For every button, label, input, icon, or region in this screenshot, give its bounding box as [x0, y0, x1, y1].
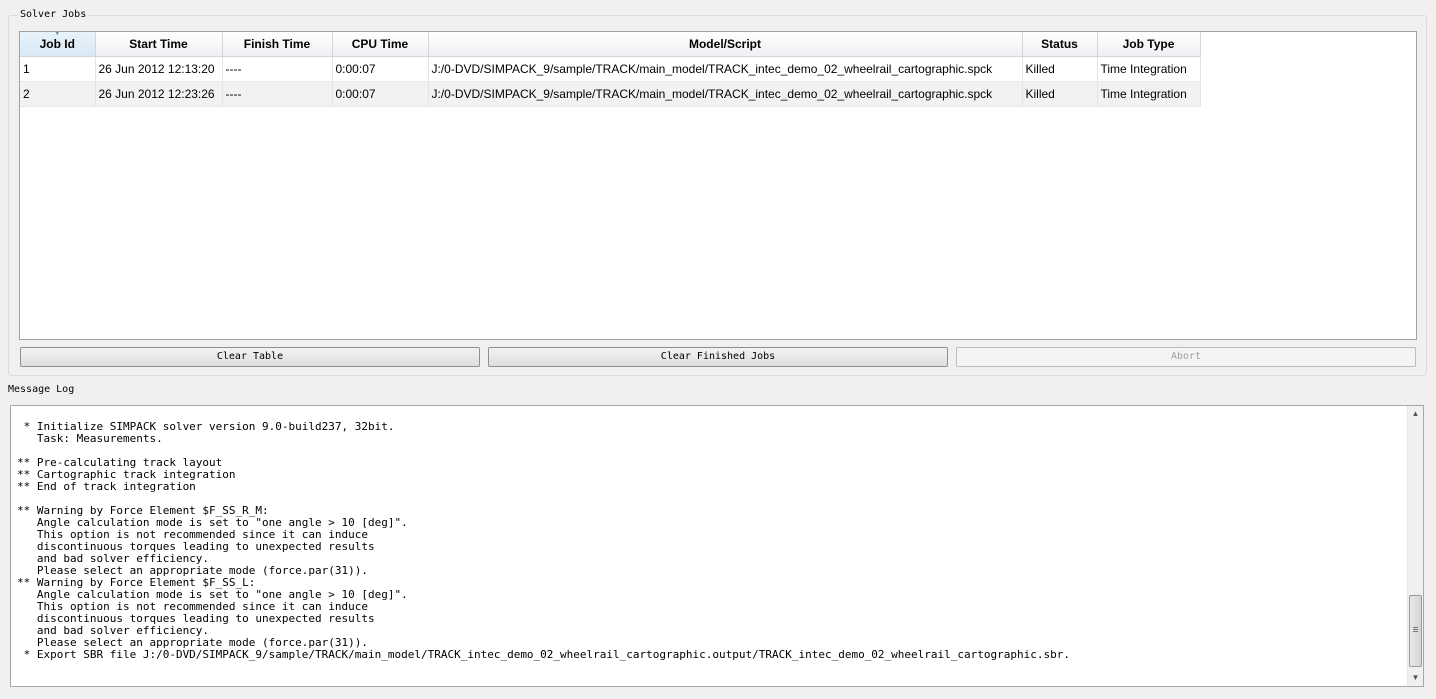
cell-status: Killed [1022, 81, 1098, 107]
message-log-text: * Initialize SIMPACK solver version 9.0-… [17, 420, 1070, 661]
column-header-job-type[interactable]: Job Type [1097, 32, 1201, 57]
cell-finish-time: ---- [222, 81, 333, 107]
cell-job-type: Time Integration [1097, 56, 1201, 82]
column-header-finish-time[interactable]: Finish Time [222, 32, 333, 57]
cell-finish-time: ---- [222, 56, 333, 82]
message-log-panel[interactable]: * Initialize SIMPACK solver version 9.0-… [10, 405, 1424, 687]
column-header-status[interactable]: Status [1022, 32, 1098, 57]
cell-model-script: J:/0-DVD/SIMPACK_9/sample/TRACK/main_mod… [428, 56, 1023, 82]
scroll-down-arrow-icon[interactable]: ▼ [1408, 670, 1423, 686]
message-log-title: Message Log [8, 384, 75, 395]
sort-indicator-icon: ▾ [55, 31, 60, 37]
cell-cpu-time: 0:00:07 [332, 56, 429, 82]
solver-jobs-title: Solver Jobs [18, 8, 89, 22]
cell-job-type: Time Integration [1097, 81, 1201, 107]
clear-table-button[interactable]: Clear Table [20, 347, 480, 367]
scrollbar-thumb[interactable] [1409, 595, 1422, 667]
clear-finished-jobs-button[interactable]: Clear Finished Jobs [488, 347, 948, 367]
jobs-table: ▾ Job Id Start Time Finish Time CPU Time… [20, 32, 1201, 107]
column-header-start-time[interactable]: Start Time [95, 32, 223, 57]
cell-job-id: 2 [20, 81, 96, 107]
cell-cpu-time: 0:00:07 [332, 81, 429, 107]
abort-button[interactable]: Abort [956, 347, 1416, 367]
column-header-model-script[interactable]: Model/Script [428, 32, 1023, 57]
solver-jobs-table[interactable]: ▾ Job Id Start Time Finish Time CPU Time… [19, 31, 1417, 340]
table-header-row: ▾ Job Id Start Time Finish Time CPU Time… [20, 31, 1201, 57]
scroll-up-arrow-icon[interactable]: ▲ [1408, 406, 1423, 422]
table-row[interactable]: 2 26 Jun 2012 12:23:26 ---- 0:00:07 J:/0… [20, 81, 1201, 107]
column-header-cpu-time[interactable]: CPU Time [332, 32, 429, 57]
table-row[interactable]: 1 26 Jun 2012 12:13:20 ---- 0:00:07 J:/0… [20, 56, 1201, 82]
cell-start-time: 26 Jun 2012 12:13:20 [95, 56, 223, 82]
message-log-scrollbar[interactable]: ▲ ▼ [1407, 406, 1423, 686]
cell-status: Killed [1022, 56, 1098, 82]
cell-start-time: 26 Jun 2012 12:23:26 [95, 81, 223, 107]
column-header-job-id[interactable]: ▾ Job Id [20, 31, 96, 57]
cell-model-script: J:/0-DVD/SIMPACK_9/sample/TRACK/main_mod… [428, 81, 1023, 107]
cell-job-id: 1 [20, 56, 96, 82]
